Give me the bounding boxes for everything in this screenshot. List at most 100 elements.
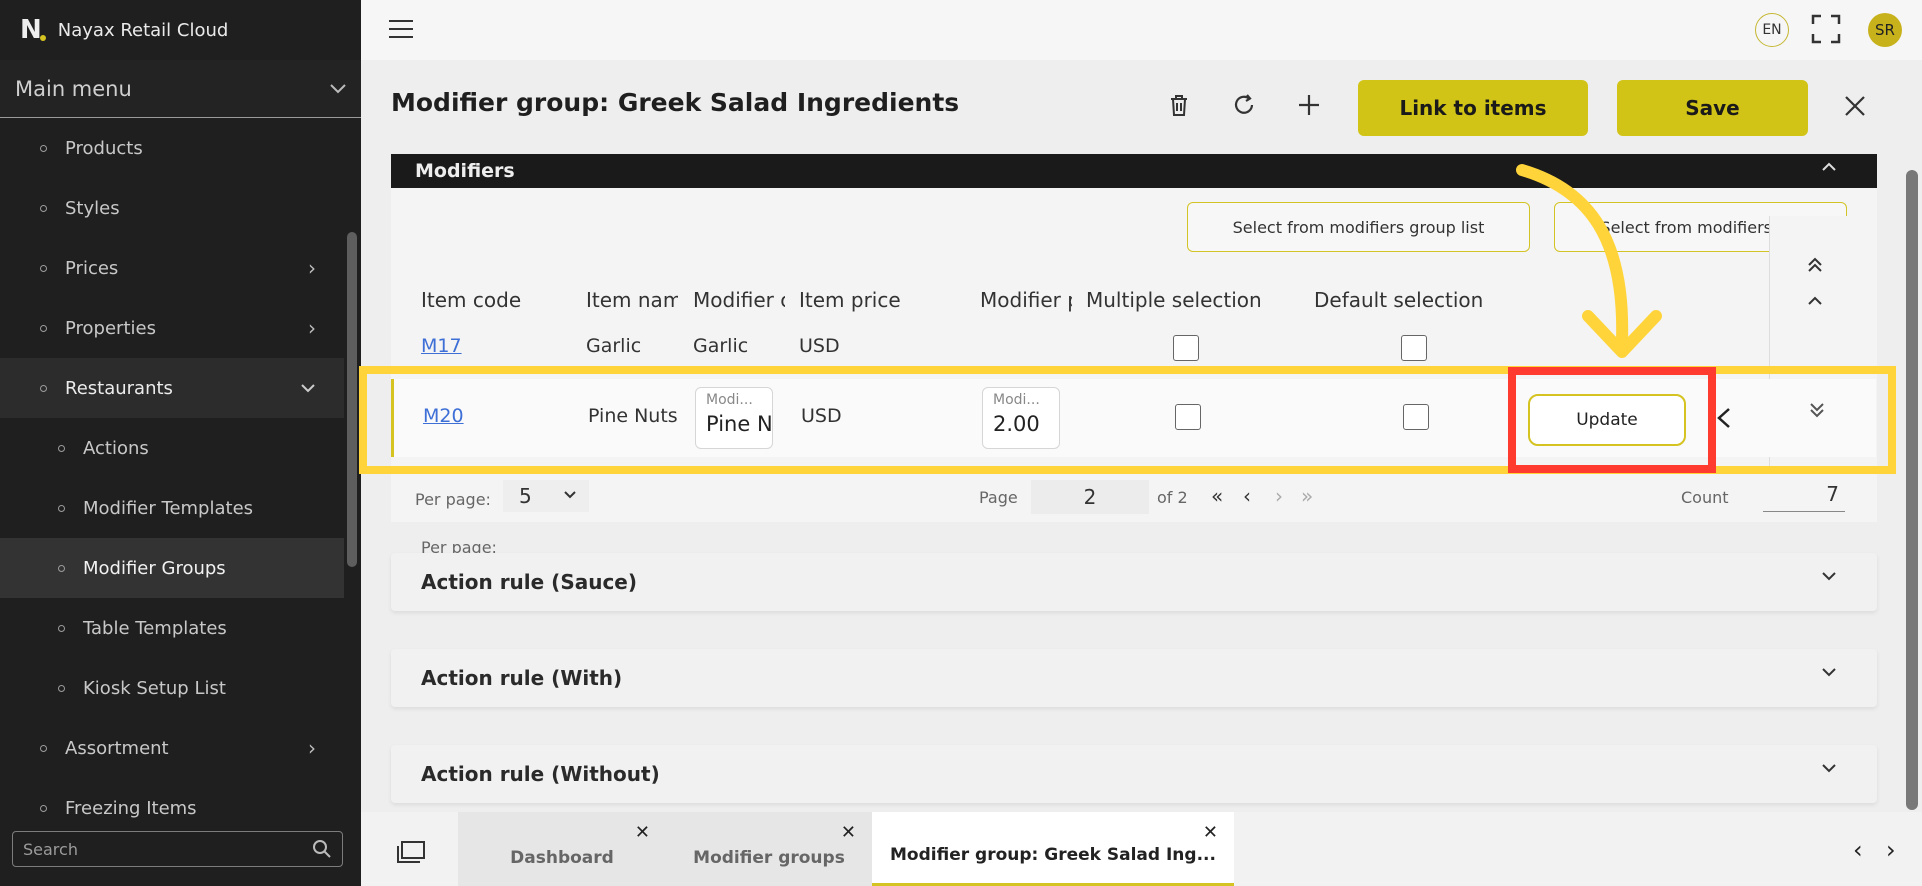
refresh-icon[interactable] xyxy=(1230,91,1258,119)
sidebar-item-assortment[interactable]: Assortment › xyxy=(0,718,344,778)
close-icon[interactable]: ✕ xyxy=(635,822,650,843)
sidebar-item-label: Table Templates xyxy=(83,617,227,639)
chevron-down-icon xyxy=(301,384,315,393)
sidebar-search xyxy=(12,831,343,867)
item-code-link[interactable]: M17 xyxy=(421,335,462,357)
last-page-icon[interactable]: » xyxy=(1301,484,1313,508)
sidebar-item-modifier-templates[interactable]: Modifier Templates xyxy=(0,478,344,538)
select-from-modifiers-group-list-button[interactable]: Select from modifiers group list xyxy=(1187,202,1530,252)
bullet-icon xyxy=(58,504,65,512)
first-page-icon[interactable]: « xyxy=(1211,484,1223,508)
sidebar-item-label: Products xyxy=(65,137,143,159)
sidebar-item-freezing-items[interactable]: Freezing Items xyxy=(0,778,344,818)
sidebar-item-label: Prices xyxy=(65,257,119,279)
sidebar-item-kiosk-setup-list[interactable]: Kiosk Setup List xyxy=(0,658,344,718)
sidebar-item-label: Freezing Items xyxy=(65,797,197,819)
chevron-double-up-icon[interactable] xyxy=(1806,256,1824,274)
close-icon[interactable]: ✕ xyxy=(1203,822,1218,843)
chevron-down-icon xyxy=(1822,764,1836,773)
chevron-right-icon: › xyxy=(308,736,316,760)
action-rule-with-section[interactable]: Action rule (With) xyxy=(391,649,1877,707)
search-icon[interactable] xyxy=(312,839,332,859)
bullet-icon xyxy=(40,804,47,812)
chevron-down-icon xyxy=(330,83,346,93)
sidebar-item-restaurants[interactable]: Restaurants xyxy=(0,358,344,418)
close-icon[interactable] xyxy=(1842,93,1868,119)
column-header[interactable]: Default selection xyxy=(1314,288,1524,312)
windows-icon[interactable] xyxy=(396,840,426,864)
default-selection-checkbox[interactable] xyxy=(1401,335,1427,361)
sidebar-item-modifier-groups[interactable]: Modifier Groups xyxy=(0,538,344,598)
action-rule-sauce-section[interactable]: Action rule (Sauce) xyxy=(391,553,1877,611)
count-value: 7 xyxy=(1763,482,1845,512)
plus-icon[interactable] xyxy=(1295,91,1323,119)
tab-scroll-right-icon[interactable]: › xyxy=(1886,836,1896,864)
close-icon[interactable]: ✕ xyxy=(841,822,856,843)
tab-label: Dashboard xyxy=(510,848,614,868)
sidebar-search-input[interactable] xyxy=(23,839,293,859)
update-button[interactable]: Update xyxy=(1528,394,1686,446)
per-page-select[interactable]: 5 xyxy=(503,480,589,512)
bullet-icon xyxy=(40,264,47,272)
column-header[interactable]: Item nam xyxy=(586,288,678,312)
sidebar-item-label: Actions xyxy=(83,437,149,459)
bullet-icon xyxy=(58,444,65,452)
language-selector[interactable]: EN xyxy=(1755,13,1789,47)
next-page-icon[interactable]: › xyxy=(1275,484,1283,508)
page-total: of 2 xyxy=(1157,488,1188,507)
page-title: Modifier group: Greek Salad Ingredients xyxy=(391,88,960,117)
column-header[interactable]: Modifier p xyxy=(980,288,1072,312)
chevron-right-icon: › xyxy=(308,256,316,280)
sidebar-menu: Products Styles Prices › Properties › Rest… xyxy=(0,118,344,818)
sidebar-item-prices[interactable]: Prices › xyxy=(0,238,344,298)
multiple-selection-checkbox[interactable] xyxy=(1173,335,1199,361)
bullet-icon xyxy=(40,144,47,152)
modifiers-section-title: Modifiers xyxy=(415,160,515,182)
sidebar-item-actions[interactable]: Actions xyxy=(0,418,344,478)
main-menu-toggle[interactable]: Main menu xyxy=(0,60,361,118)
bullet-icon xyxy=(40,204,47,212)
fullscreen-icon[interactable] xyxy=(1811,14,1841,44)
chevron-up-icon[interactable] xyxy=(1806,294,1824,306)
tab-label: Modifier groups xyxy=(693,848,845,868)
sidebar-item-label: Properties xyxy=(65,317,156,339)
chevron-down-icon xyxy=(564,491,576,499)
hamburger-menu-icon[interactable] xyxy=(389,20,413,40)
prev-page-icon[interactable]: ‹ xyxy=(1243,484,1251,508)
nayax-logo-icon: N xyxy=(20,15,46,45)
column-header[interactable]: Multiple selection xyxy=(1086,288,1296,312)
sidebar-item-label: Restaurants xyxy=(65,377,173,399)
sidebar-item-table-templates[interactable]: Table Templates xyxy=(0,598,344,658)
chevron-down-icon xyxy=(1822,572,1836,581)
tab-scroll-left-icon[interactable]: ‹ xyxy=(1853,836,1863,864)
bullet-icon xyxy=(58,684,65,692)
sidebar-item-products[interactable]: Products xyxy=(0,118,344,178)
tab-modifier-groups[interactable]: Modifier groups ✕ xyxy=(666,812,872,886)
per-page-value: 5 xyxy=(519,484,532,508)
column-header[interactable]: Modifier c xyxy=(693,288,785,312)
avatar[interactable]: SR xyxy=(1868,13,1902,47)
chevron-down-icon xyxy=(1822,668,1836,677)
page-number-input[interactable]: 2 xyxy=(1031,480,1149,514)
link-to-items-button[interactable]: Link to items xyxy=(1358,80,1588,136)
main-scrollbar[interactable] xyxy=(1906,170,1918,810)
sidebar-item-label: Kiosk Setup List xyxy=(83,677,226,699)
tab-dashboard[interactable]: Dashboard ✕ xyxy=(458,812,666,886)
sidebar-item-styles[interactable]: Styles xyxy=(0,178,344,238)
sidebar-scrollbar[interactable] xyxy=(347,232,357,567)
tab-label: Modifier group: Greek Salad Ing... xyxy=(890,845,1216,865)
item-price: USD xyxy=(799,335,840,357)
bullet-icon xyxy=(40,324,47,332)
save-button[interactable]: Save xyxy=(1617,80,1808,136)
column-header[interactable]: Item price xyxy=(799,288,959,312)
trash-icon[interactable] xyxy=(1165,91,1193,119)
action-rule-without-section[interactable]: Action rule (Without) xyxy=(391,745,1877,803)
bullet-icon xyxy=(40,744,47,752)
sidebar-item-label: Assortment xyxy=(65,737,169,759)
sidebar-item-label: Modifier Groups xyxy=(83,557,226,579)
page-label: Page xyxy=(979,488,1018,507)
sidebar-item-properties[interactable]: Properties › xyxy=(0,298,344,358)
tab-modifier-group-greek-salad[interactable]: Modifier group: Greek Salad Ing... ✕ xyxy=(872,812,1234,886)
column-header[interactable]: Item code xyxy=(421,288,581,312)
bullet-icon xyxy=(58,564,65,572)
